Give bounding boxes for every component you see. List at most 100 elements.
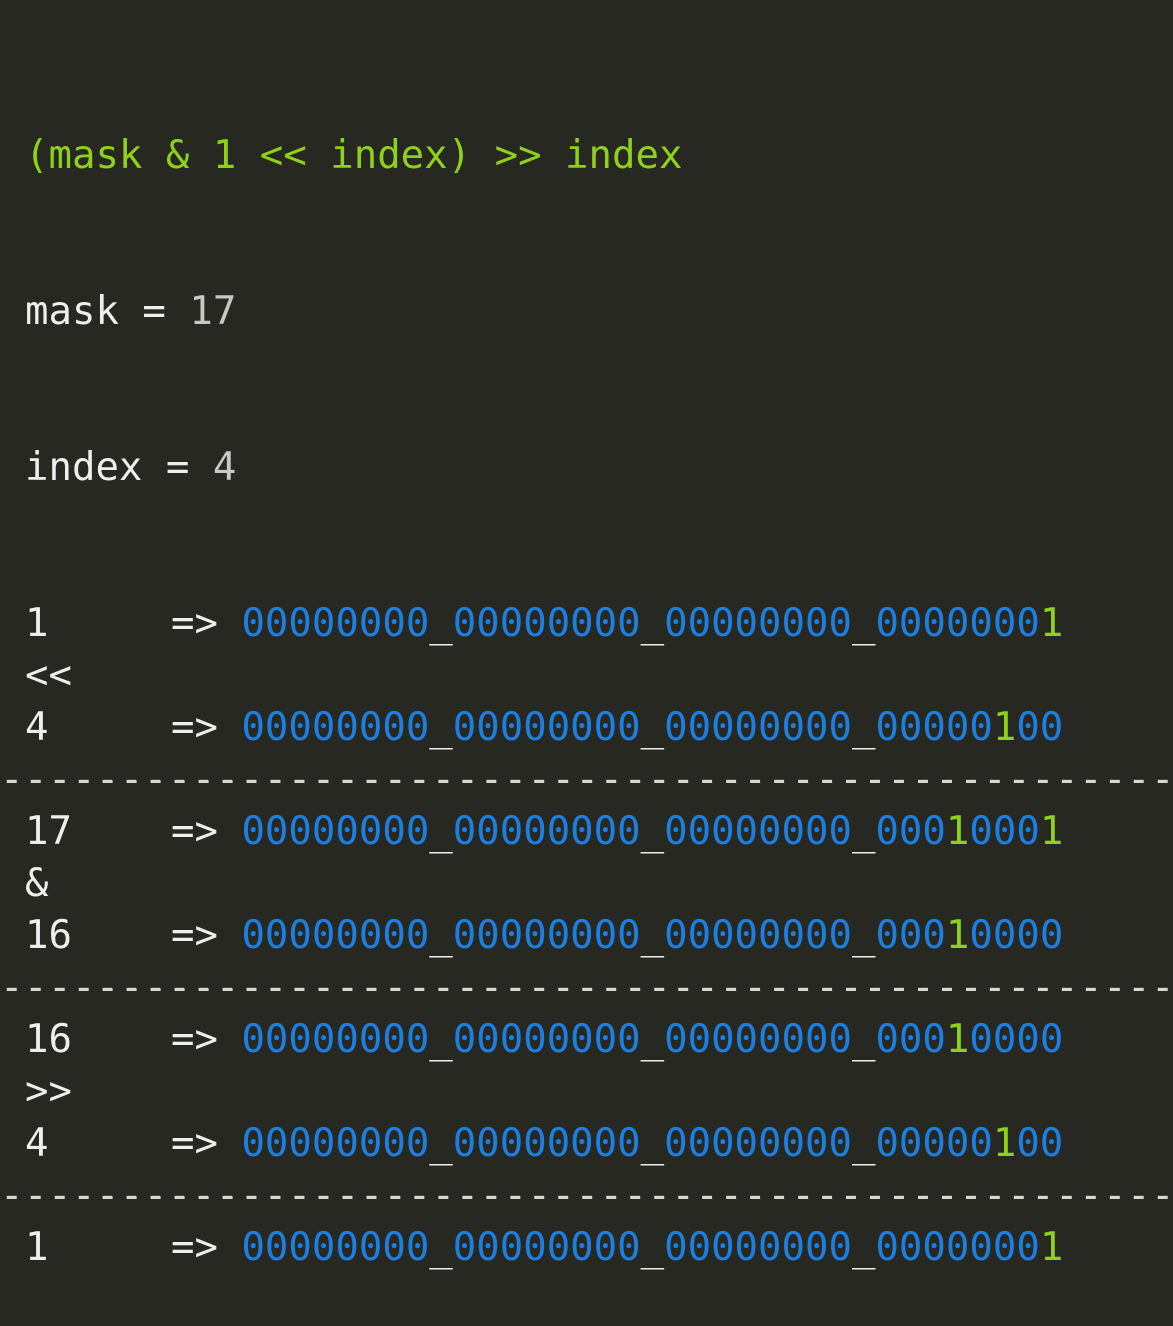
bit-group: 00000000 — [452, 601, 641, 646]
set-bit: 1 — [1039, 601, 1064, 646]
arrow: => — [171, 1017, 218, 1062]
bit-group: 0000 — [969, 913, 1064, 958]
operator: & — [25, 861, 49, 906]
bit-group: 00000000 — [452, 809, 641, 854]
set-bit: 1 — [1039, 1225, 1064, 1270]
bit-group: 0000000 — [875, 601, 1040, 646]
bit-group: 00 — [1016, 1121, 1064, 1166]
bit-group: 000 — [969, 809, 1040, 854]
set-bit: 1 — [945, 1017, 970, 1062]
bit-group: 00000000 — [241, 809, 430, 854]
byte-separator: _ — [851, 705, 876, 750]
byte-separator: _ — [429, 913, 453, 958]
separator-line: ----------------------------------------… — [0, 757, 1173, 802]
byte-separator: _ — [851, 913, 876, 958]
byte-separator: _ — [640, 913, 665, 958]
separator-line: ----------------------------------------… — [0, 1173, 1173, 1218]
byte-separator: _ — [429, 601, 453, 646]
terminal-output: (mask & 1 << index) >> index mask = 17 i… — [0, 26, 1173, 1326]
arrow: => — [171, 705, 218, 750]
decimal-value: 4 — [25, 705, 49, 750]
bit-group: 00000000 — [241, 1121, 430, 1166]
byte-separator: _ — [429, 1017, 453, 1062]
decimal-value: 17 — [25, 809, 72, 854]
arrow: => — [171, 1225, 218, 1270]
bit-group: 00000000 — [664, 1017, 852, 1062]
byte-separator: _ — [429, 1121, 453, 1166]
bit-group: 00000000 — [452, 705, 641, 750]
bit-row: 16 => 00000000_00000000_00000000_00010000 — [25, 1014, 1173, 1066]
set-bit: 1 — [1039, 809, 1064, 854]
bit-group: 000 — [875, 913, 946, 958]
decimal-value: 1 — [25, 601, 49, 646]
bit-row: 1 => 00000000_00000000_00000000_00000001 — [25, 1222, 1173, 1274]
bit-group: 00000000 — [452, 913, 641, 958]
mask-name: mask — [25, 289, 119, 334]
bit-row: 4 => 00000000_00000000_00000000_00000100 — [25, 702, 1173, 754]
decimal-value: 16 — [25, 913, 72, 958]
operator-line: & — [25, 858, 1173, 910]
set-bit: 1 — [992, 705, 1017, 750]
byte-separator: _ — [640, 1225, 665, 1270]
decimal-value: 1 — [25, 1225, 49, 1270]
byte-separator: _ — [640, 601, 665, 646]
bit-group: 00000 — [875, 705, 993, 750]
set-bit: 1 — [945, 809, 970, 854]
bit-group: 00000 — [875, 1121, 993, 1166]
bit-group: 00000000 — [241, 601, 430, 646]
operator-line: >> — [25, 1066, 1173, 1118]
bit-group: 00000000 — [664, 705, 852, 750]
arrow: => — [171, 809, 218, 854]
byte-separator: _ — [851, 809, 876, 854]
bit-group: 00000000 — [452, 1121, 641, 1166]
bit-group: 00000000 — [664, 1121, 852, 1166]
arrow: => — [171, 913, 218, 958]
byte-separator: _ — [851, 1017, 876, 1062]
bit-group: 00000000 — [241, 1017, 430, 1062]
bit-group: 00000000 — [664, 1225, 852, 1270]
bit-group: 0000 — [969, 1017, 1064, 1062]
byte-separator: _ — [429, 1225, 453, 1270]
bit-group: 00000000 — [664, 809, 852, 854]
mask-value: 17 — [189, 289, 237, 334]
byte-separator: _ — [851, 1121, 876, 1166]
decimal-value: 4 — [25, 1121, 49, 1166]
index-line: index = 4 — [25, 442, 1173, 494]
bit-row: 16 => 00000000_00000000_00000000_00010000 — [25, 910, 1173, 962]
index-value: 4 — [212, 445, 237, 490]
bit-rows: 1 => 00000000_00000000_00000000_00000001 <… — [0, 598, 1173, 1274]
index-equals: = — [142, 445, 213, 490]
bit-group: 00000000 — [664, 601, 852, 646]
byte-separator: _ — [640, 1017, 665, 1062]
set-bit: 1 — [992, 1121, 1017, 1166]
index-name: index — [25, 445, 143, 490]
operator: << — [25, 653, 72, 698]
byte-separator: _ — [851, 1225, 876, 1270]
bit-group: 00000000 — [241, 705, 430, 750]
bit-group: 00000000 — [452, 1225, 641, 1270]
byte-separator: _ — [640, 1121, 665, 1166]
byte-separator: _ — [640, 705, 665, 750]
operator: >> — [25, 1069, 72, 1114]
bit-group: 00 — [1016, 705, 1064, 750]
bit-group: 00000000 — [241, 1225, 430, 1270]
bit-row: 4 => 00000000_00000000_00000000_00000100 — [25, 1118, 1173, 1170]
byte-separator: _ — [851, 601, 876, 646]
mask-equals: = — [118, 289, 190, 334]
expression-header: (mask & 1 << index) >> index — [25, 133, 683, 178]
bit-group: 00000000 — [452, 1017, 641, 1062]
bit-row: 17 => 00000000_00000000_00000000_00010001 — [25, 806, 1173, 858]
arrow: => — [171, 601, 218, 646]
arrow: => — [171, 1121, 218, 1166]
set-bit: 1 — [945, 913, 970, 958]
separator-line: ----------------------------------------… — [0, 965, 1173, 1010]
byte-separator: _ — [429, 809, 453, 854]
mask-line: mask = 17 — [25, 286, 1173, 338]
bit-group: 00000000 — [241, 913, 430, 958]
decimal-value: 16 — [25, 1017, 72, 1062]
operator-line: << — [25, 650, 1173, 702]
bit-group: 00000000 — [664, 913, 852, 958]
byte-separator: _ — [429, 705, 453, 750]
bit-group: 0000000 — [875, 1225, 1040, 1270]
bit-group: 000 — [875, 1017, 946, 1062]
